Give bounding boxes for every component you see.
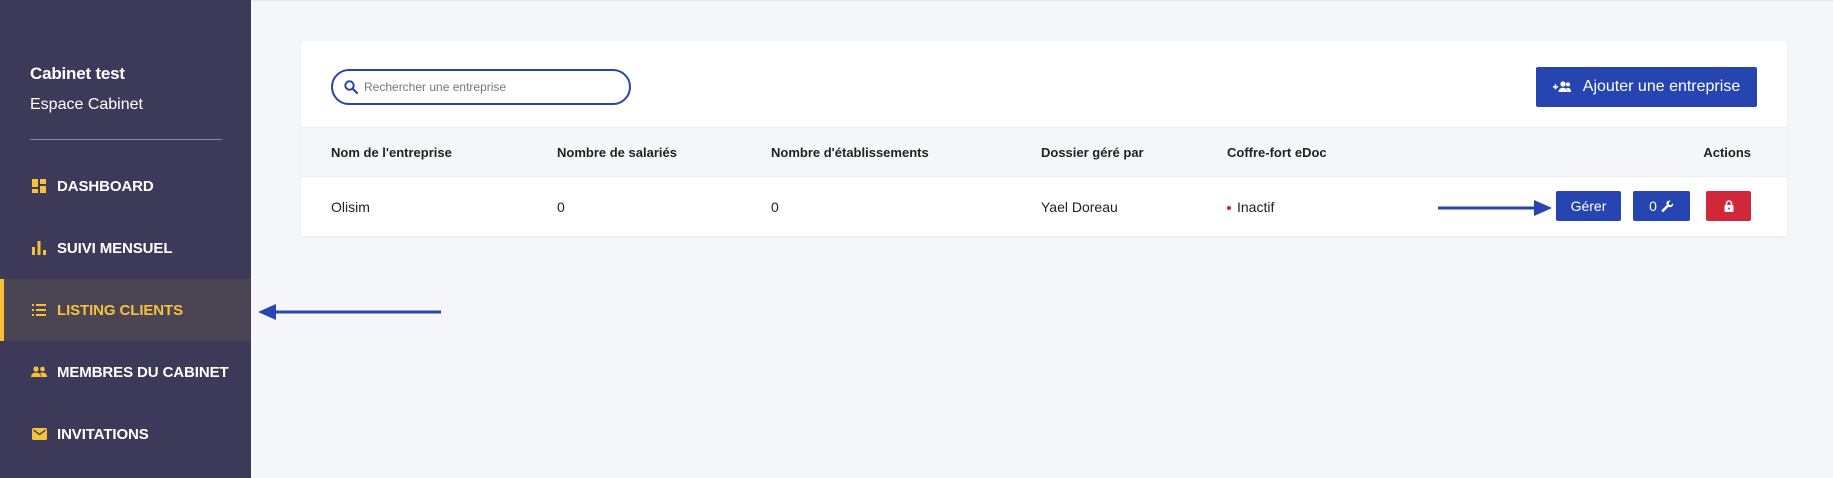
column-header-edoc[interactable]: Coffre-fort eDoc bbox=[1227, 145, 1327, 160]
brand-name: Cabinet test bbox=[30, 64, 125, 83]
sidebar: Cabinet test Espace Cabinet DASHBOARD SU… bbox=[0, 0, 251, 478]
lock-icon bbox=[1724, 200, 1734, 212]
brand: Cabinet test Espace Cabinet bbox=[30, 64, 143, 114]
lock-button[interactable] bbox=[1706, 191, 1751, 221]
arrow-to-manage-button bbox=[1438, 200, 1552, 216]
sidebar-item-label: LISTING CLIENTS bbox=[57, 301, 184, 319]
edoc-status: Inactif bbox=[1227, 199, 1274, 215]
column-header-manager[interactable]: Dossier géré par bbox=[1041, 145, 1144, 160]
add-group-icon bbox=[1552, 81, 1571, 93]
company-name: Olisim bbox=[331, 199, 370, 215]
wrench-icon bbox=[1661, 200, 1674, 213]
column-header-establishments[interactable]: Nombre d'établissements bbox=[771, 145, 929, 160]
search-icon bbox=[344, 80, 358, 94]
sidebar-item-suivi-mensuel[interactable]: SUIVI MENSUEL bbox=[0, 217, 251, 279]
sidebar-item-label: INVITATIONS bbox=[57, 425, 149, 443]
main-content: Ajouter une entreprise Nom de l'entrepri… bbox=[251, 0, 1833, 478]
add-company-button[interactable]: Ajouter une entreprise bbox=[1536, 67, 1757, 107]
status-dot-icon bbox=[1227, 206, 1231, 211]
sidebar-item-label: DASHBOARD bbox=[57, 177, 154, 195]
sidebar-item-listing-clients[interactable]: LISTING CLIENTS bbox=[0, 279, 251, 341]
tool-count: 0 bbox=[1649, 198, 1657, 214]
establishment-count: 0 bbox=[771, 199, 779, 215]
column-header-employees[interactable]: Nombre de salariés bbox=[557, 145, 677, 160]
bar-chart-icon bbox=[31, 240, 47, 256]
add-company-label: Ajouter une entreprise bbox=[1582, 78, 1741, 95]
search-input[interactable] bbox=[364, 80, 614, 94]
arrow-to-listing-clients bbox=[258, 304, 441, 320]
people-icon bbox=[31, 364, 47, 380]
mail-icon bbox=[31, 426, 47, 442]
manage-button[interactable]: Gérer bbox=[1556, 191, 1621, 221]
dashboard-icon bbox=[31, 178, 47, 194]
search-box[interactable] bbox=[331, 69, 631, 105]
clients-card: Ajouter une entreprise Nom de l'entrepri… bbox=[301, 41, 1787, 236]
table-row: Olisim 0 0 Yael Doreau Inactif Gérer 0 bbox=[301, 177, 1787, 236]
sidebar-divider bbox=[30, 139, 222, 140]
tools-button[interactable]: 0 bbox=[1633, 191, 1690, 221]
list-icon bbox=[31, 302, 47, 318]
sidebar-item-membres-du-cabinet[interactable]: MEMBRES DU CABINET bbox=[0, 341, 251, 403]
table-header: Nom de l'entreprise Nombre de salariés N… bbox=[301, 127, 1787, 177]
sidebar-item-dashboard[interactable]: DASHBOARD bbox=[0, 155, 251, 217]
brand-subtitle: Espace Cabinet bbox=[30, 96, 143, 113]
sidebar-item-label: MEMBRES DU CABINET bbox=[57, 363, 229, 381]
managed-by: Yael Doreau bbox=[1041, 199, 1118, 215]
column-header-actions: Actions bbox=[1703, 145, 1751, 160]
edoc-status-label: Inactif bbox=[1237, 199, 1275, 215]
sidebar-item-label: SUIVI MENSUEL bbox=[57, 239, 173, 257]
column-header-name[interactable]: Nom de l'entreprise bbox=[331, 145, 452, 160]
employee-count: 0 bbox=[557, 199, 565, 215]
sidebar-item-invitations[interactable]: INVITATIONS bbox=[0, 403, 251, 465]
sidebar-nav: DASHBOARD SUIVI MENSUEL LISTING CLIENTS … bbox=[0, 155, 251, 465]
